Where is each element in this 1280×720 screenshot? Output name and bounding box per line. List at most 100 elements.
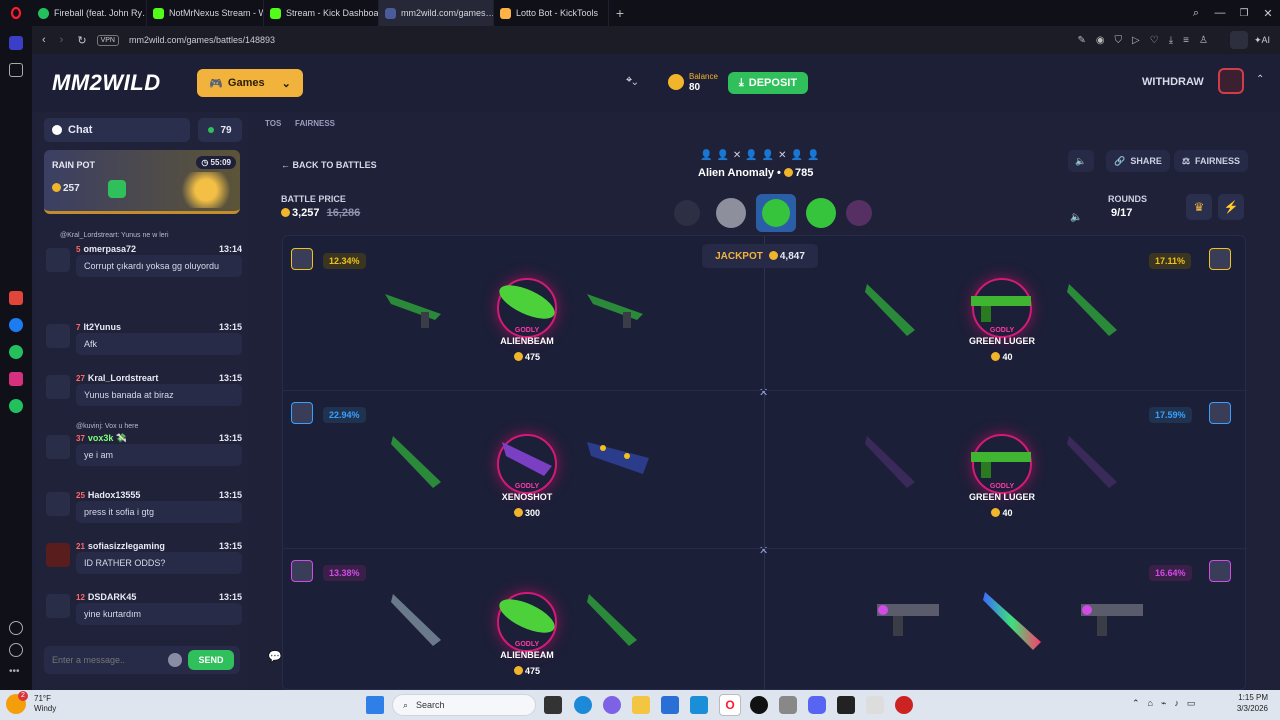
case-thumbnail[interactable]	[716, 198, 746, 228]
reload-icon[interactable]: ↻	[77, 34, 86, 47]
chat-toggle-icon[interactable]: 💬	[268, 650, 286, 668]
avatar[interactable]	[46, 375, 70, 399]
instagram-icon[interactable]	[9, 372, 23, 386]
back-icon[interactable]: ‹	[42, 34, 46, 46]
sound-icon[interactable]: 🔈	[1070, 212, 1100, 234]
fairness-link[interactable]: FAIRNESS	[295, 119, 335, 128]
fairness-button[interactable]: ⚖ FAIRNESS	[1174, 150, 1248, 172]
case-thumbnail[interactable]	[806, 198, 836, 228]
toolbar-icons[interactable]: ✎◉⛉▷♡⤓≡♙	[1077, 35, 1217, 46]
avatar[interactable]	[46, 248, 70, 272]
close-window-icon[interactable]: ✕	[1256, 7, 1280, 20]
app-icon[interactable]	[9, 291, 23, 305]
player-avatar[interactable]	[291, 560, 313, 582]
new-tab-button[interactable]: +	[609, 5, 631, 21]
store-icon[interactable]	[661, 696, 679, 714]
weapon-image	[583, 432, 663, 492]
player-avatar[interactable]	[1209, 248, 1231, 270]
extension-icon[interactable]	[1229, 31, 1248, 49]
gamepad-icon: 🎮	[209, 77, 223, 90]
discord-icon[interactable]	[808, 696, 826, 714]
rounds-label: ROUNDS	[1108, 194, 1148, 204]
history-icon[interactable]	[9, 643, 23, 657]
volume-button[interactable]: 🔈	[1068, 150, 1094, 172]
jackpot-badge: JACKPOT 4,847	[702, 244, 818, 268]
chat-tab[interactable]: Chat	[44, 118, 190, 142]
avatar[interactable]	[46, 324, 70, 348]
tos-link[interactable]: TOS	[265, 119, 281, 128]
browser-tab-2[interactable]: NotMrNexus Stream - Wa…	[147, 0, 264, 26]
app-icon[interactable]	[779, 696, 797, 714]
back-to-battles-link[interactable]: ← BACK TO BATTLES	[281, 160, 377, 170]
more-icon[interactable]: •••	[9, 666, 20, 677]
file-explorer-icon[interactable]	[632, 696, 650, 714]
send-button[interactable]: SEND	[188, 650, 234, 670]
app-icon[interactable]	[866, 696, 884, 714]
player-avatar[interactable]	[1209, 560, 1231, 582]
browser-tab-5[interactable]: Lotto Bot - KickTools	[494, 0, 609, 26]
drop-item[interactable]: GODLY ALIENBEAM 475	[472, 278, 582, 375]
user-avatar[interactable]	[1218, 68, 1244, 94]
url-field[interactable]: mm2wild.com/games/battles/148893	[129, 35, 275, 45]
weapon-select-icon[interactable]: ⌖⌄	[626, 74, 654, 92]
app-icon[interactable]	[750, 696, 768, 714]
heart-icon[interactable]	[9, 621, 23, 635]
messenger-icon[interactable]	[9, 318, 23, 332]
drop-item[interactable]: GODLY XENOSHOT 300	[472, 434, 582, 531]
spotify-icon[interactable]	[9, 399, 23, 413]
outlook-icon[interactable]	[690, 696, 708, 714]
avatar[interactable]	[46, 543, 70, 567]
minimize-icon[interactable]: —	[1208, 7, 1232, 19]
avatar[interactable]	[46, 492, 70, 516]
copilot-icon[interactable]	[603, 696, 621, 714]
drop-item[interactable]: GODLY ALIENBEAM 475	[472, 592, 582, 689]
browser-tab-4[interactable]: mm2wild.com/games…	[379, 0, 494, 26]
avatar[interactable]	[46, 594, 70, 618]
task-view-icon[interactable]	[544, 696, 562, 714]
player-avatar[interactable]	[291, 402, 313, 424]
case-thumbnail-active[interactable]	[756, 194, 796, 232]
chevron-up-icon[interactable]: ⌃	[1256, 74, 1264, 85]
system-tray-icons[interactable]: ⌃⌂⌁♪▭	[1132, 698, 1203, 709]
maximize-icon[interactable]: ❐	[1232, 8, 1256, 19]
avatar[interactable]	[46, 435, 70, 459]
chat-message-input[interactable]	[52, 652, 162, 668]
games-dropdown[interactable]: 🎮 Games ⌄	[197, 69, 303, 97]
lightning-button[interactable]: ⚡	[1218, 194, 1244, 220]
weapon-image	[583, 590, 653, 660]
emoji-icon[interactable]	[168, 653, 182, 667]
app-icon[interactable]	[895, 696, 913, 714]
player-avatar[interactable]	[1209, 402, 1231, 424]
opera-taskbar-icon[interactable]: O	[719, 694, 741, 716]
windows-start-icon[interactable]	[366, 696, 384, 714]
tab-search-icon[interactable]: ⌕	[1184, 7, 1208, 20]
bookmark-icon[interactable]	[9, 63, 23, 77]
case-thumbnail[interactable]	[846, 200, 872, 226]
browser-tab-bar: Fireball (feat. John Ry… NotMrNexus Stre…	[0, 0, 1280, 26]
withdraw-button[interactable]: WITHDRAW	[1142, 76, 1204, 88]
player-avatar[interactable]	[291, 248, 313, 270]
edge-icon[interactable]	[574, 696, 592, 714]
kick-icon	[153, 7, 164, 19]
share-button[interactable]: 🔗 SHARE	[1106, 150, 1170, 172]
rain-tip-button[interactable]	[108, 180, 126, 198]
site-logo[interactable]: MM2WILD	[52, 70, 161, 96]
taskbar-search[interactable]: ⌕ Search	[392, 694, 536, 716]
drop-item[interactable]: GODLY GREEN LUGER 40	[947, 278, 1057, 375]
vpn-badge[interactable]: VPN	[96, 34, 119, 46]
case-thumbnail[interactable]	[674, 200, 700, 226]
ai-button[interactable]: ✦AI	[1254, 35, 1270, 46]
app-icon[interactable]	[837, 696, 855, 714]
chat-message: 27 Kral_Lordstreart 13:15 Yunus banada at…	[46, 373, 242, 406]
browser-tab-3[interactable]: Stream - Kick Dashboard	[264, 0, 379, 26]
forward-icon[interactable]: ›	[60, 34, 64, 46]
home-icon[interactable]	[9, 36, 23, 50]
drop-item[interactable]: GODLY GREEN LUGER 40	[947, 434, 1057, 531]
opera-logo-icon[interactable]	[0, 0, 32, 26]
rain-pot-card[interactable]: RAIN POT 257 ◷ 55:09	[44, 150, 240, 214]
crown-button[interactable]: ♛	[1186, 194, 1212, 220]
whatsapp-icon[interactable]	[9, 345, 23, 359]
browser-tab-1[interactable]: Fireball (feat. John Ry…	[32, 0, 147, 26]
deposit-button[interactable]: ⤓ DEPOSIT	[728, 72, 808, 94]
weapon-image	[381, 284, 455, 330]
